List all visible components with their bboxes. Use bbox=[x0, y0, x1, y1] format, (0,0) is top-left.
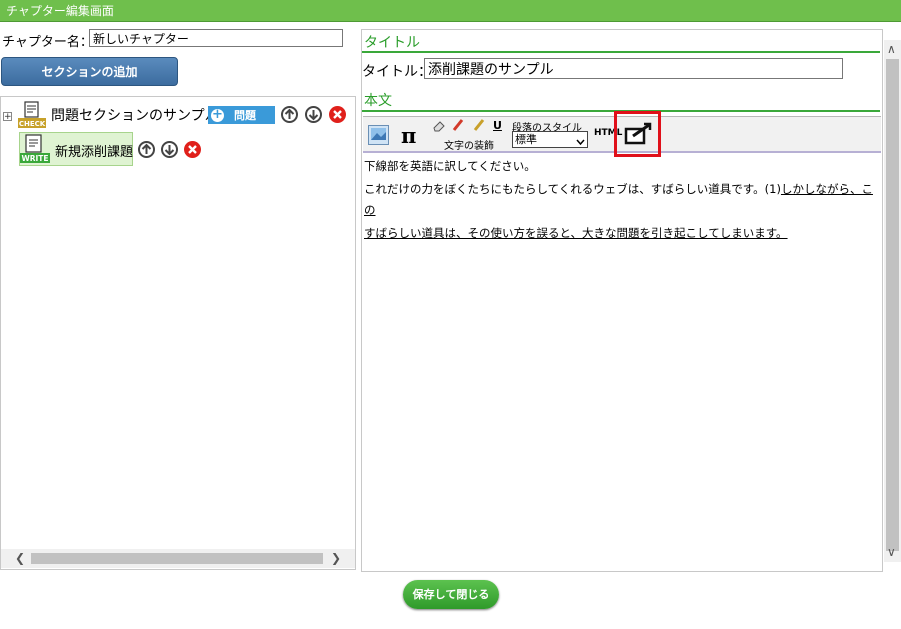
content-line-3-underlined: すばらしい道具は、その使い方を誤ると、大きな問題を引き起こしてしまいます。 bbox=[364, 226, 788, 240]
move-down-button[interactable] bbox=[305, 106, 322, 123]
insert-image-icon[interactable] bbox=[368, 125, 389, 149]
arrow-up-icon bbox=[141, 143, 152, 154]
paragraph-style-select[interactable]: 標準 bbox=[512, 131, 588, 148]
add-problem-button[interactable]: + 問題 bbox=[208, 106, 275, 124]
title-heading: タイトル bbox=[364, 35, 420, 51]
editor-content-area[interactable]: 下線部を英語に訳してください。 これだけの力をぼくたちにもたらしてくれるウェブは… bbox=[364, 156, 874, 246]
red-marker-icon[interactable] bbox=[451, 118, 465, 136]
add-problem-label: 問題 bbox=[234, 109, 256, 122]
write-icon-text: WRITE bbox=[21, 154, 48, 163]
arrow-down-icon bbox=[164, 145, 175, 156]
write-item-icon: WRITE bbox=[20, 134, 50, 164]
delete-x-icon bbox=[188, 145, 197, 154]
section-label[interactable]: 問題セクションのサンプル bbox=[51, 105, 219, 125]
delete-x-icon bbox=[333, 110, 342, 119]
paragraph-style-value: 標準 bbox=[515, 133, 537, 146]
tree-horizontal-scrollbar[interactable]: ❮ ❯ bbox=[1, 549, 355, 568]
delete-section-button[interactable] bbox=[329, 106, 346, 123]
scroll-thumb[interactable] bbox=[886, 59, 899, 551]
title-divider bbox=[362, 51, 880, 53]
window-title: チャプター編集画面 bbox=[0, 0, 901, 22]
item-delete-button[interactable] bbox=[184, 141, 201, 158]
write-item-label[interactable]: 新規添削課題 bbox=[55, 141, 133, 160]
scroll-thumb[interactable] bbox=[31, 553, 323, 564]
chapter-name-label: チャプター名： bbox=[2, 35, 93, 50]
chapter-name-input[interactable] bbox=[89, 29, 343, 47]
underline-icon[interactable]: U bbox=[493, 119, 502, 132]
plus-icon: + bbox=[211, 106, 224, 122]
body-heading: 本文 bbox=[364, 93, 392, 109]
content-line-2-plain: これだけの力をぼくたちにもたらしてくれるウェブは、すばらしい道具です。(1) bbox=[364, 182, 781, 196]
insert-formula-icon[interactable]: π bbox=[401, 123, 416, 148]
editor-vertical-scrollbar[interactable]: ∧ ∨ bbox=[884, 40, 901, 562]
check-icon-text: CHECK bbox=[19, 120, 46, 128]
eraser-icon[interactable] bbox=[432, 119, 446, 136]
content-line-2: これだけの力をぼくたちにもたらしてくれるウェブは、すばらしい道具です。(1)しか… bbox=[364, 179, 874, 221]
content-line-3: すばらしい道具は、その使い方を誤ると、大きな問題を引き起こしてしまいます。 bbox=[364, 223, 874, 244]
add-section-button[interactable]: セクションの追加 bbox=[1, 57, 178, 86]
arrow-up-icon bbox=[284, 108, 295, 119]
move-up-button[interactable] bbox=[281, 106, 298, 123]
scroll-down-icon[interactable]: ∨ bbox=[887, 545, 896, 559]
section-tree-panel bbox=[0, 96, 356, 570]
chevron-down-icon bbox=[576, 135, 585, 150]
scroll-right-icon[interactable]: ❯ bbox=[331, 551, 341, 565]
content-line-1: 下線部を英語に訳してください。 bbox=[364, 159, 536, 173]
title-field-label: タイトル： bbox=[362, 64, 432, 80]
item-move-down-button[interactable] bbox=[161, 141, 178, 158]
check-section-icon: CHECK bbox=[17, 101, 47, 129]
title-input[interactable] bbox=[424, 58, 843, 79]
text-decoration-label: 文字の装飾 bbox=[444, 141, 494, 152]
scroll-left-icon[interactable]: ❮ bbox=[15, 551, 25, 565]
save-and-close-button[interactable]: 保存して閉じる bbox=[403, 580, 499, 609]
expand-toggle-icon[interactable]: + bbox=[3, 112, 12, 122]
highlight-box bbox=[614, 111, 661, 157]
arrow-down-icon bbox=[308, 110, 319, 121]
highlighter-icon[interactable] bbox=[472, 118, 486, 136]
item-move-up-button[interactable] bbox=[138, 141, 155, 158]
scroll-up-icon[interactable]: ∧ bbox=[887, 42, 896, 56]
